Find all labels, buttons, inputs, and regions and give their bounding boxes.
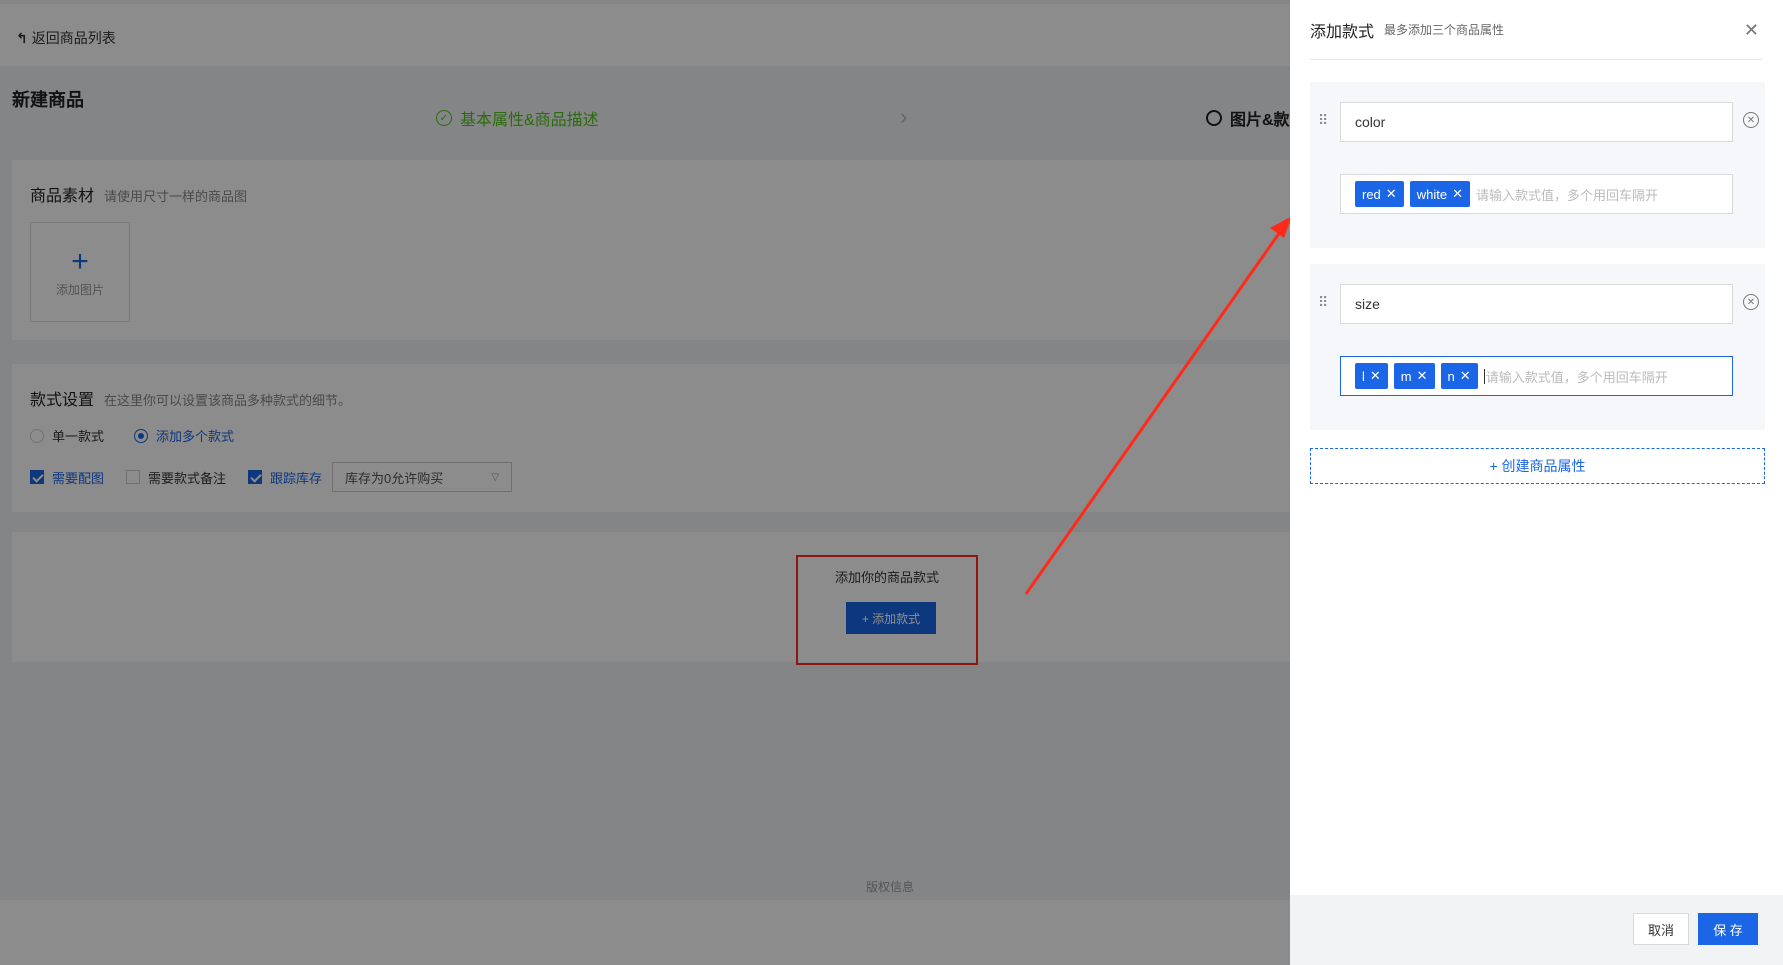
- add-style-drawer: 添加款式 最多添加三个商品属性 ✕ ⠿ ✕ red ✕ white ✕ 请输入款…: [1290, 0, 1783, 965]
- values-placeholder: 请输入款式值，多个用回车隔开: [1475, 187, 1658, 203]
- remove-circle-icon[interactable]: ✕: [1743, 294, 1759, 310]
- value-tag: white ✕: [1409, 181, 1470, 207]
- value-tag: n ✕: [1440, 363, 1478, 389]
- close-icon[interactable]: ✕: [1744, 20, 1759, 41]
- value-tag-label: n: [1447, 368, 1455, 384]
- close-icon[interactable]: ✕: [1417, 368, 1428, 384]
- drawer-subtitle: 最多添加三个商品属性: [1384, 23, 1505, 37]
- save-button[interactable]: 保 存: [1698, 913, 1758, 945]
- values-placeholder-wrap: 请输入款式值，多个用回车隔开: [1483, 367, 1668, 386]
- cancel-button[interactable]: 取消: [1633, 913, 1689, 945]
- close-icon[interactable]: ✕: [1386, 186, 1397, 202]
- attribute-name-input[interactable]: [1340, 102, 1733, 142]
- value-tag: l ✕: [1355, 363, 1388, 389]
- close-icon[interactable]: ✕: [1370, 368, 1381, 384]
- value-tag: m ✕: [1393, 363, 1435, 389]
- attribute-values-input[interactable]: red ✕ white ✕ 请输入款式值，多个用回车隔开: [1340, 174, 1733, 214]
- values-placeholder: 请输入款式值，多个用回车隔开: [1485, 369, 1668, 385]
- text-caret: [1483, 368, 1485, 384]
- value-tag-label: red: [1362, 186, 1381, 202]
- drawer-footer: 取消 保 存: [1290, 895, 1783, 965]
- value-tag-label: l: [1362, 368, 1365, 384]
- modal-mask[interactable]: [0, 0, 1290, 965]
- attribute-block: ⠿ ✕ red ✕ white ✕ 请输入款式值，多个用回车隔开: [1310, 82, 1765, 248]
- close-icon[interactable]: ✕: [1452, 186, 1463, 202]
- value-tag-label: white: [1416, 186, 1448, 202]
- drawer-title: 添加款式: [1310, 23, 1375, 41]
- remove-circle-icon[interactable]: ✕: [1743, 112, 1759, 128]
- value-tag-label: m: [1400, 368, 1412, 384]
- create-attribute-button[interactable]: + 创建商品属性: [1310, 448, 1765, 484]
- drag-handle-icon[interactable]: ⠿: [1318, 112, 1328, 129]
- attribute-values-input[interactable]: l ✕ m ✕ n ✕ 请输入款式值，多个用回车隔开: [1340, 356, 1733, 396]
- drag-handle-icon[interactable]: ⠿: [1318, 294, 1328, 311]
- attribute-name-input[interactable]: [1340, 284, 1733, 324]
- close-icon[interactable]: ✕: [1460, 368, 1471, 384]
- drawer-header: 添加款式 最多添加三个商品属性 ✕: [1310, 0, 1763, 60]
- attribute-block: ⠿ ✕ l ✕ m ✕ n ✕ 请输入款式值，多个用回车隔开: [1310, 264, 1765, 430]
- value-tag: red ✕: [1355, 181, 1404, 207]
